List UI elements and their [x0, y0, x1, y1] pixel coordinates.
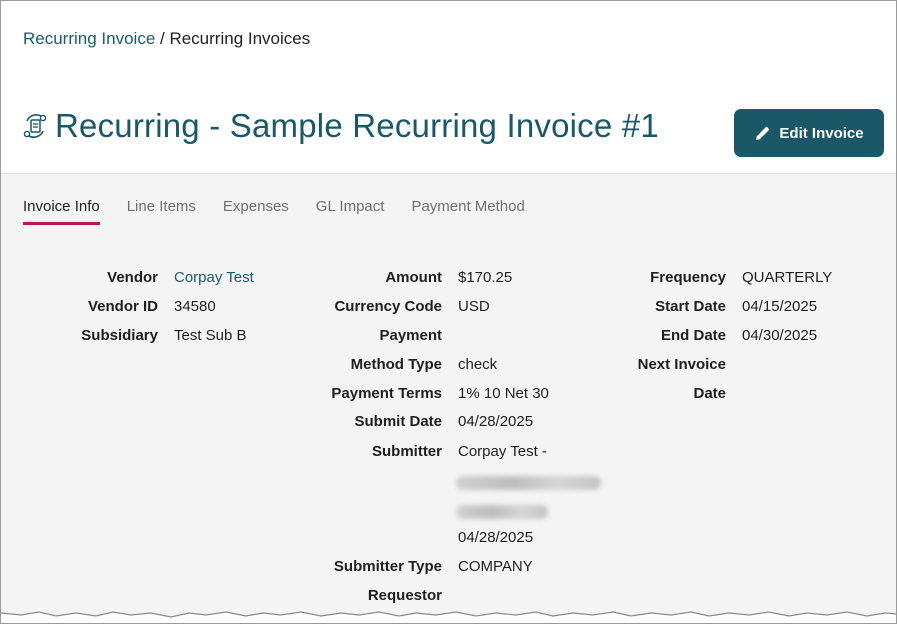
- subsidiary-label: Subsidiary: [81, 327, 158, 344]
- currency-code-label: Currency Code: [334, 298, 442, 315]
- end-date-value: 04/30/2025: [742, 327, 818, 344]
- submit-date-value: 04/28/2025: [458, 413, 534, 430]
- tab-line-items[interactable]: Line Items: [127, 198, 196, 225]
- title-row: Recurring - Sample Recurring Invoice #1: [21, 107, 659, 145]
- breadcrumb-recurring-invoice-link[interactable]: Recurring Invoice: [23, 29, 155, 48]
- vendor-link[interactable]: Corpay Test: [174, 269, 254, 287]
- page-header: Recurring Invoice / Recurring Invoices R…: [1, 1, 896, 173]
- submitter-type-label: Submitter Type: [333, 558, 442, 575]
- subsidiary-value: Test Sub B: [174, 327, 247, 344]
- next-invoice-date-label-line2: Date: [693, 385, 726, 402]
- payment-method-type-label-line1: Payment: [379, 327, 442, 344]
- breadcrumb-current: Recurring Invoices: [169, 29, 311, 48]
- vendor-id-label: Vendor ID: [87, 298, 158, 315]
- recurring-invoice-icon: [23, 114, 47, 138]
- breadcrumb: Recurring Invoice / Recurring Invoices: [23, 29, 310, 49]
- payment-terms-value: 1% 10 Net 30: [458, 385, 549, 402]
- currency-code-value: USD: [458, 298, 490, 315]
- tab-gl-impact[interactable]: GL Impact: [316, 198, 385, 225]
- submit-date-label: Submit Date: [354, 413, 442, 430]
- breadcrumb-separator: /: [155, 29, 170, 48]
- recurring-invoice-page: Recurring Invoice / Recurring Invoices R…: [0, 0, 897, 624]
- invoice-content: Invoice Info Line Items Expenses GL Impa…: [1, 173, 896, 623]
- end-date-label: End Date: [660, 327, 726, 344]
- requestor-label: Requestor: [367, 587, 442, 604]
- submitter-date-value: 04/28/2025: [458, 529, 534, 546]
- next-invoice-date-label-line1: Next Invoice: [637, 356, 726, 373]
- frequency-label: Frequency: [650, 269, 726, 286]
- edit-invoice-button[interactable]: Edit Invoice: [734, 109, 884, 157]
- frequency-value: QUARTERLY: [742, 269, 833, 286]
- tab-invoice-info[interactable]: Invoice Info: [23, 198, 100, 225]
- vendor-label: Vendor: [107, 269, 158, 286]
- tab-bar: Invoice Info Line Items Expenses GL Impa…: [23, 198, 552, 225]
- payment-terms-label: Payment Terms: [331, 385, 442, 402]
- redacted-email-line2: [456, 505, 548, 519]
- edit-invoice-label: Edit Invoice: [779, 124, 864, 142]
- payment-method-type-label-line2: Method Type: [350, 356, 442, 373]
- submitter-value: Corpay Test -: [458, 443, 547, 460]
- amount-value: $170.25: [458, 269, 513, 286]
- tab-payment-method[interactable]: Payment Method: [411, 198, 524, 225]
- redacted-email-line1: [456, 476, 601, 490]
- tab-expenses[interactable]: Expenses: [223, 198, 289, 225]
- pencil-icon: [756, 126, 770, 140]
- page-title: Recurring - Sample Recurring Invoice #1: [55, 107, 659, 144]
- torn-edge: [1, 611, 896, 623]
- start-date-label: Start Date: [655, 298, 726, 315]
- submitter-type-value: COMPANY: [458, 558, 533, 575]
- amount-label: Amount: [385, 269, 442, 286]
- payment-method-type-value: check: [458, 356, 498, 373]
- start-date-value: 04/15/2025: [742, 298, 818, 315]
- vendor-id-value: 34580: [174, 298, 216, 315]
- submitter-label: Submitter: [371, 443, 442, 460]
